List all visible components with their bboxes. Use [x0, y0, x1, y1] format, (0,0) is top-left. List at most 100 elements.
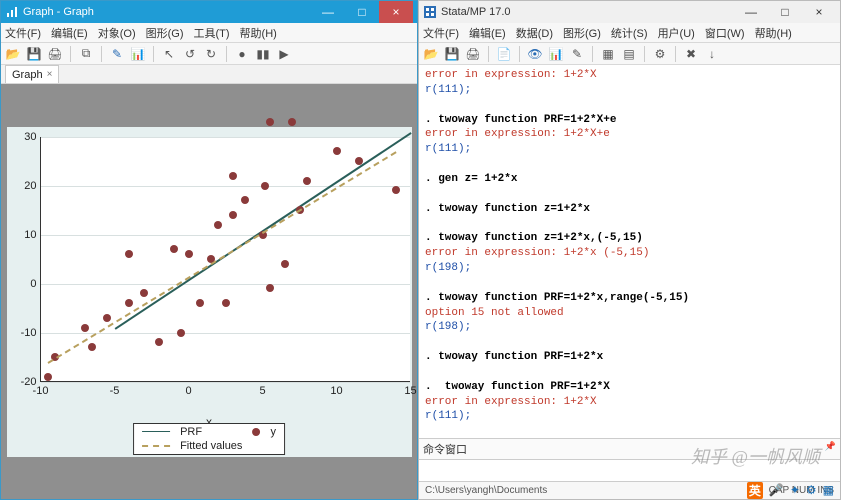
results-line: error in expression: 1+2*X — [425, 395, 834, 410]
minimize-button[interactable]: — — [311, 1, 345, 23]
menu-item[interactable]: 工具(T) — [194, 25, 230, 41]
save-icon[interactable]: 💾 — [444, 46, 460, 62]
print-icon[interactable]: 🖨 — [465, 46, 481, 62]
titlebar-stata[interactable]: Stata/MP 17.0 — □ × — [419, 1, 840, 23]
undo-icon[interactable]: ↺ — [182, 46, 198, 62]
break-icon[interactable]: ✖ — [683, 46, 699, 62]
results-line: r(111); — [425, 142, 834, 157]
menubar-graph[interactable]: 文件(F) 编辑(E) 对象(O) 图形(G) 工具(T) 帮助(H) — [1, 23, 417, 43]
results-line: . twoway function z=1+2*x,(-5,15) — [425, 231, 834, 246]
menu-item[interactable]: 数据(D) — [516, 25, 553, 41]
results-line: error in expression: 1+2*x (-5,15) — [425, 246, 834, 261]
open-icon[interactable]: 📂 — [5, 46, 21, 62]
menu-item[interactable]: 用户(U) — [658, 25, 695, 41]
command-input-wrap — [419, 459, 840, 481]
toolbar-graph[interactable]: 📂 💾 🖨 ⧉ ✎ 📊 ↖ ↺ ↻ ● ▮▮ ▶ — [1, 43, 417, 65]
graphedit-icon[interactable]: 📊 — [130, 46, 146, 62]
maximize-button[interactable]: □ — [768, 1, 802, 23]
redo-icon[interactable]: ↻ — [203, 46, 219, 62]
graph-canvas-area: -20-100102030-10-5051015 x PRF y Fitted … — [1, 84, 417, 499]
command-pane-label: 命令窗口 📌 — [419, 438, 840, 459]
menu-item[interactable]: 编辑(E) — [469, 25, 506, 41]
results-line: error in expression: 1+2*X — [425, 68, 834, 83]
menu-item[interactable]: 对象(O) — [98, 25, 136, 41]
maximize-button[interactable]: □ — [345, 1, 379, 23]
graph-window: Graph - Graph — □ × 文件(F) 编辑(E) 对象(O) 图形… — [0, 0, 418, 500]
scatter-point — [140, 289, 148, 297]
scatter-point — [177, 329, 185, 337]
save-icon[interactable]: 💾 — [26, 46, 42, 62]
scatter-point — [266, 118, 274, 126]
x-tick-label: 5 — [248, 385, 278, 397]
scatter-point — [266, 284, 274, 292]
menu-item[interactable]: 图形(G) — [563, 25, 601, 41]
tab-label: Graph — [12, 69, 43, 81]
scatter-point — [222, 299, 230, 307]
menu-item[interactable]: 编辑(E) — [51, 25, 88, 41]
x-tick-label: -10 — [26, 385, 56, 397]
scatter-point — [185, 250, 193, 258]
rename-icon[interactable]: ✎ — [109, 46, 125, 62]
title-text: Graph - Graph — [23, 6, 94, 18]
pause-icon[interactable]: ▮▮ — [255, 46, 271, 62]
record-icon[interactable]: ● — [234, 46, 250, 62]
dofile-icon[interactable]: ✎ — [569, 46, 585, 62]
command-input[interactable] — [419, 460, 840, 481]
tool-icon[interactable]: ✦ — [790, 483, 800, 497]
titlebar-graph[interactable]: Graph - Graph — □ × — [1, 1, 417, 23]
legend-y-label: y — [270, 426, 276, 438]
menu-item[interactable]: 窗口(W) — [705, 25, 745, 41]
results-line — [425, 216, 834, 231]
menu-item[interactable]: 文件(F) — [5, 25, 41, 41]
scatter-point — [44, 373, 52, 381]
pointer-icon[interactable]: ↖ — [161, 46, 177, 62]
play-icon[interactable]: ▶ — [276, 46, 292, 62]
settings-icon[interactable]: ⚙ — [806, 483, 817, 497]
menu-item[interactable]: 文件(F) — [423, 25, 459, 41]
dataeditor-icon[interactable]: ▦ — [600, 46, 616, 62]
results-line — [425, 187, 834, 202]
y-tick-label: 10 — [13, 229, 37, 241]
scatter-point — [214, 221, 222, 229]
menu-item[interactable]: 帮助(H) — [755, 25, 792, 41]
x-tick-label: -5 — [100, 385, 130, 397]
legend-prf-label: PRF — [180, 426, 242, 438]
plot-inner: -20-100102030-10-5051015 — [40, 137, 410, 382]
grid-icon[interactable]: ▦ — [823, 483, 834, 497]
open-icon[interactable]: 📂 — [423, 46, 439, 62]
results-line: . twoway function PRF=1+2*X+e — [425, 113, 834, 128]
scatter-point — [261, 182, 269, 190]
copy-icon[interactable]: ⧉ — [78, 46, 94, 62]
y-tick-label: 20 — [13, 180, 37, 192]
close-button[interactable]: × — [802, 1, 836, 23]
varmanager-icon[interactable]: ⚙ — [652, 46, 668, 62]
close-button[interactable]: × — [379, 1, 413, 23]
results-line: . twoway function z=1+2*x — [425, 202, 834, 217]
menu-item[interactable]: 帮助(H) — [240, 25, 277, 41]
log-icon[interactable]: 📄 — [496, 46, 512, 62]
results-pane[interactable]: error in expression: 1+2*Xr(111); . twow… — [419, 65, 840, 438]
menu-item[interactable]: 统计(S) — [611, 25, 648, 41]
viewer-icon[interactable]: 👁 — [527, 46, 543, 62]
results-line — [425, 157, 834, 172]
scatter-point — [170, 245, 178, 253]
mic-icon[interactable]: 🎤 — [769, 483, 784, 497]
graph-icon[interactable]: 📊 — [548, 46, 564, 62]
ime-icon[interactable]: 英 — [747, 482, 763, 499]
more-icon[interactable]: ↓ — [704, 46, 720, 62]
minimize-button[interactable]: — — [734, 1, 768, 23]
print-icon[interactable]: 🖨 — [47, 46, 63, 62]
stata-window: Stata/MP 17.0 — □ × 文件(F) 编辑(E) 数据(D) 图形… — [418, 0, 841, 500]
tab-close-icon[interactable]: × — [47, 69, 53, 80]
tab-graph[interactable]: Graph × — [5, 65, 59, 83]
title-text: Stata/MP 17.0 — [441, 6, 511, 18]
results-line — [425, 98, 834, 113]
menu-item[interactable]: 图形(G) — [146, 25, 184, 41]
menubar-stata[interactable]: 文件(F) 编辑(E) 数据(D) 图形(G) 统计(S) 用户(U) 窗口(W… — [419, 23, 840, 43]
toolbar-stata[interactable]: 📂 💾 🖨 📄 👁 📊 ✎ ▦ ▤ ⚙ ✖ ↓ — [419, 43, 840, 65]
results-line: . twoway function PRF=1+2*x,range(-5,15) — [425, 291, 834, 306]
databrowser-icon[interactable]: ▤ — [621, 46, 637, 62]
legend-fit-swatch — [142, 445, 170, 447]
results-line: r(111); — [425, 409, 834, 424]
pane-pin-icon[interactable]: 📌 — [825, 441, 836, 452]
